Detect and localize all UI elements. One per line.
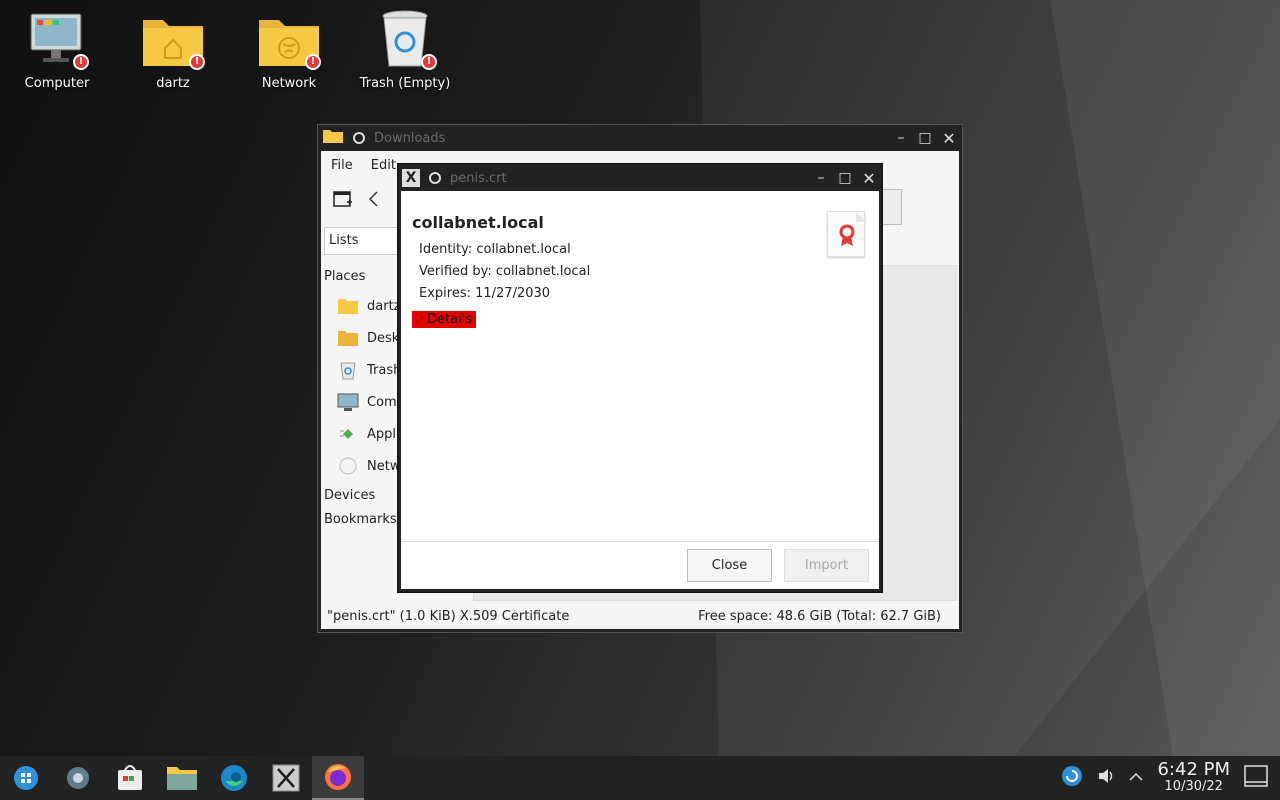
warning-badge-icon: ! bbox=[305, 54, 321, 70]
app-icon: X bbox=[402, 169, 420, 187]
desktop-icon-label: Trash (Empty) bbox=[359, 76, 451, 91]
status-free-space: Free space: 48.6 GiB (Total: 62.7 GiB) bbox=[698, 608, 941, 624]
place-label: Netw bbox=[367, 458, 401, 474]
show-desktop-icon[interactable] bbox=[1244, 765, 1268, 791]
network-folder-icon: ! bbox=[257, 8, 321, 72]
desktop-icon-label: Network bbox=[261, 76, 317, 91]
desktop-folder-icon bbox=[337, 328, 359, 348]
clock-time: 6:42 PM bbox=[1157, 759, 1230, 780]
chevron-right-icon bbox=[416, 312, 424, 327]
certificate-dialog[interactable]: X penis.crt – □ ✕ collabnet.local Identi… bbox=[397, 163, 883, 593]
certificate-verified-by: Verified by: collabnet.local bbox=[419, 264, 591, 279]
close-icon[interactable]: ✕ bbox=[940, 129, 958, 148]
home-folder-icon bbox=[337, 296, 359, 316]
start-menu-button[interactable] bbox=[0, 756, 52, 800]
settings-icon[interactable] bbox=[52, 756, 104, 800]
certificate-host: collabnet.local bbox=[412, 213, 544, 232]
details-expander[interactable]: Details bbox=[412, 311, 477, 328]
store-icon[interactable] bbox=[104, 756, 156, 800]
status-bar: "penis.crt" (1.0 KiB) X.509 Certificate … bbox=[321, 603, 959, 629]
view-mode-select[interactable]: Lists bbox=[324, 227, 404, 255]
desktop-icon-computer[interactable]: ! Computer bbox=[2, 8, 112, 91]
dialog-titlebar[interactable]: X penis.crt – □ ✕ bbox=[398, 165, 882, 191]
maximize-icon[interactable]: □ bbox=[916, 129, 934, 147]
warning-badge-icon: ! bbox=[73, 54, 89, 70]
window-title: Downloads bbox=[374, 130, 446, 146]
edge-browser-icon[interactable] bbox=[208, 756, 260, 800]
minimize-icon[interactable]: – bbox=[812, 169, 830, 187]
network-icon bbox=[337, 456, 359, 476]
updates-icon[interactable] bbox=[1061, 765, 1083, 791]
warning-badge-icon: ! bbox=[189, 54, 205, 70]
desktop-icon-label: dartz bbox=[156, 76, 190, 91]
window-menu-icon[interactable] bbox=[426, 169, 444, 187]
import-button[interactable]: Import bbox=[784, 549, 869, 582]
clock-date: 10/30/22 bbox=[1164, 779, 1223, 794]
computer-icon bbox=[337, 392, 359, 412]
clock[interactable]: 6:42 PM 10/30/22 bbox=[1157, 761, 1230, 795]
computer-icon: ! bbox=[25, 8, 89, 72]
trash-icon: ! bbox=[373, 8, 437, 72]
details-label: Details bbox=[427, 312, 473, 327]
desktop-icon-network[interactable]: ! Network bbox=[234, 8, 344, 91]
xterm-icon[interactable] bbox=[260, 756, 312, 800]
volume-icon[interactable] bbox=[1097, 767, 1115, 789]
close-icon[interactable]: ✕ bbox=[860, 169, 878, 188]
new-tab-icon[interactable] bbox=[333, 190, 353, 212]
desktop-icon-trash[interactable]: ! Trash (Empty) bbox=[350, 8, 460, 91]
dialog-title: penis.crt bbox=[450, 170, 507, 186]
certificate-file-icon bbox=[827, 211, 866, 257]
certificate-identity: Identity: collabnet.local bbox=[419, 242, 571, 257]
folder-icon bbox=[322, 128, 344, 148]
certificate-expires: Expires: 11/27/2030 bbox=[419, 286, 551, 301]
place-label: Appli bbox=[367, 426, 400, 442]
status-selection: "penis.crt" (1.0 KiB) X.509 Certificate bbox=[327, 608, 570, 624]
dialog-footer: Close Import bbox=[401, 541, 879, 589]
menu-edit[interactable]: Edit bbox=[371, 158, 396, 173]
close-button[interactable]: Close bbox=[687, 549, 772, 582]
file-manager-taskbar-icon[interactable] bbox=[156, 756, 208, 800]
dialog-body: collabnet.local Identity: collabnet.loca… bbox=[401, 191, 879, 589]
minimize-icon[interactable]: – bbox=[892, 129, 910, 147]
back-icon[interactable] bbox=[367, 190, 381, 212]
desktop-icon-label: Computer bbox=[24, 76, 90, 91]
applications-icon bbox=[337, 424, 359, 444]
trash-icon bbox=[337, 360, 359, 380]
desktop-icon-home[interactable]: ! dartz bbox=[118, 8, 228, 91]
place-label: dartz bbox=[367, 298, 401, 314]
maximize-icon[interactable]: □ bbox=[836, 169, 854, 187]
system-tray: 6:42 PM 10/30/22 bbox=[1061, 756, 1280, 800]
taskbar: 6:42 PM 10/30/22 bbox=[0, 756, 1280, 800]
menu-file[interactable]: File bbox=[331, 158, 353, 173]
chevron-up-icon[interactable] bbox=[1129, 771, 1143, 786]
window-titlebar[interactable]: Downloads – □ ✕ bbox=[318, 125, 962, 151]
home-folder-icon: ! bbox=[141, 8, 205, 72]
firefox-icon[interactable] bbox=[312, 756, 364, 800]
window-menu-icon[interactable] bbox=[350, 129, 368, 147]
warning-badge-icon: ! bbox=[421, 54, 437, 70]
